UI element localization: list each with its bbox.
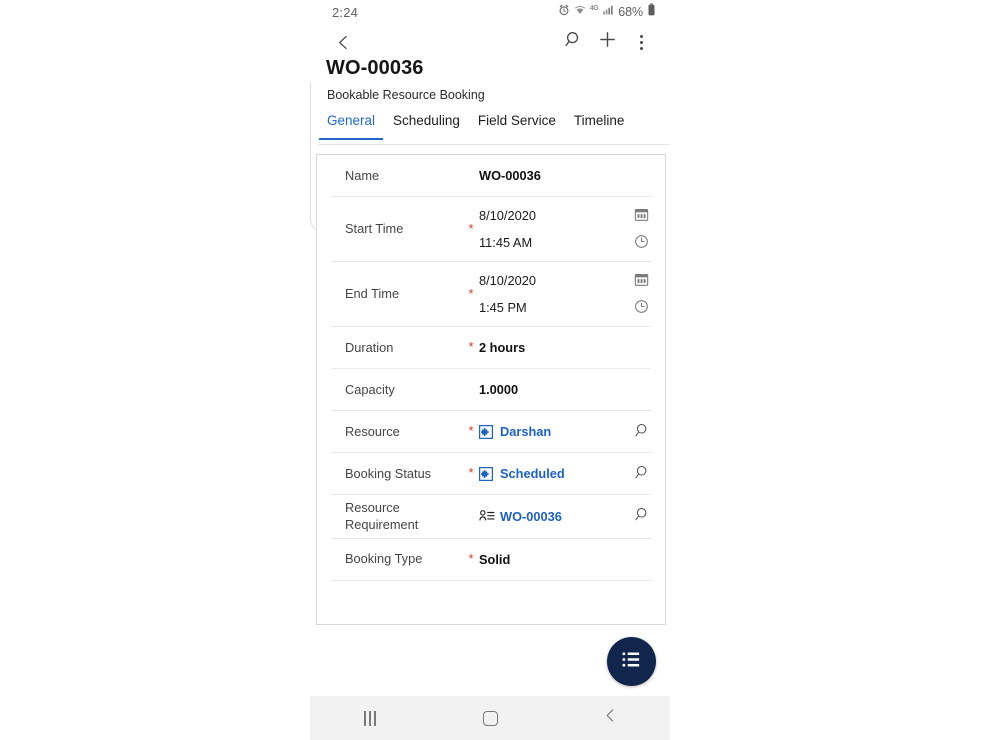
required-marker-end-time: * bbox=[468, 285, 474, 301]
resource-requirement-record-icon bbox=[479, 509, 495, 523]
resource-lookup-line[interactable]: Darshan bbox=[478, 422, 651, 442]
home-icon bbox=[482, 710, 498, 726]
field-row-booking-status[interactable]: Booking Status * Scheduled bbox=[331, 453, 651, 495]
end-date-line[interactable]: 8/10/2020 bbox=[479, 272, 651, 290]
more-commands-button[interactable] bbox=[624, 25, 658, 59]
search-icon[interactable] bbox=[628, 422, 651, 442]
related-records-fab[interactable] bbox=[607, 637, 656, 686]
field-row-booking-type[interactable]: Booking Type * Solid bbox=[331, 539, 651, 581]
tab-bar: General Scheduling Field Service Timelin… bbox=[318, 112, 670, 145]
tab-general[interactable]: General bbox=[318, 112, 384, 140]
page-title: WO-00036 bbox=[326, 57, 424, 79]
resource-requirement-lookup-line[interactable]: WO-00036 bbox=[479, 506, 651, 526]
clock-icon[interactable] bbox=[634, 234, 649, 252]
field-value-booking-status: Scheduled bbox=[478, 464, 651, 484]
resource-lookup-value: Darshan bbox=[500, 424, 552, 439]
nav-back-button[interactable] bbox=[550, 696, 670, 740]
tab-timeline[interactable]: Timeline bbox=[565, 112, 634, 139]
field-row-capacity[interactable]: Capacity 1.0000 bbox=[331, 369, 651, 411]
field-list: Name WO-00036 Start Time * 8/10/2020 11:… bbox=[317, 155, 665, 581]
field-value-booking-type[interactable]: Solid bbox=[479, 552, 651, 567]
field-label-duration: Duration bbox=[345, 339, 394, 355]
end-date-value: 8/10/2020 bbox=[479, 273, 536, 288]
wifi-icon bbox=[574, 3, 586, 21]
required-marker-booking-type: * bbox=[468, 550, 474, 566]
back-chevron-icon bbox=[603, 708, 618, 728]
field-row-duration[interactable]: Duration * 2 hours bbox=[331, 327, 651, 369]
signal-bars-icon bbox=[602, 3, 614, 21]
back-button[interactable] bbox=[326, 25, 360, 59]
calendar-icon[interactable] bbox=[634, 207, 649, 225]
resource-requirement-lookup-value: WO-00036 bbox=[500, 508, 562, 524]
field-label-name: Name bbox=[345, 167, 380, 183]
search-icon[interactable] bbox=[628, 464, 651, 484]
field-row-resource-requirement[interactable]: Resource Requirement WO-00036 bbox=[331, 495, 651, 539]
booking-status-record-icon bbox=[478, 466, 494, 481]
end-time-value: 1:45 PM bbox=[479, 300, 527, 315]
start-date-value: 8/10/2020 bbox=[479, 208, 536, 223]
battery-percent-label: 68% bbox=[618, 5, 643, 19]
field-row-start-time[interactable]: Start Time * 8/10/2020 11:45 AM bbox=[331, 197, 651, 262]
android-nav-bar bbox=[310, 696, 670, 740]
field-value-duration[interactable]: 2 hours bbox=[479, 340, 651, 355]
app-action-bar bbox=[310, 24, 670, 60]
start-time-line[interactable]: 11:45 AM bbox=[479, 234, 651, 252]
plus-icon bbox=[598, 30, 617, 54]
start-date-line[interactable]: 8/10/2020 bbox=[479, 207, 651, 225]
nav-recents-button[interactable] bbox=[310, 696, 430, 740]
field-value-capacity[interactable]: 1.0000 bbox=[479, 382, 651, 397]
field-label-resource-requirement: Resource Requirement bbox=[345, 500, 419, 533]
booking-status-lookup-line[interactable]: Scheduled bbox=[478, 464, 651, 484]
field-label-start-time: Start Time bbox=[345, 221, 404, 237]
tab-scheduling[interactable]: Scheduling bbox=[384, 112, 469, 139]
status-bar-clock: 2:24 bbox=[332, 4, 359, 20]
field-value-resource: Darshan bbox=[478, 422, 651, 442]
search-icon[interactable] bbox=[628, 506, 651, 526]
list-menu-icon bbox=[621, 649, 642, 675]
calendar-icon[interactable] bbox=[634, 272, 649, 290]
field-row-resource[interactable]: Resource * Darshan bbox=[331, 411, 651, 453]
recents-icon bbox=[364, 710, 376, 726]
field-value-resource-requirement: WO-00036 bbox=[479, 506, 651, 526]
alarm-icon bbox=[558, 3, 570, 21]
battery-icon bbox=[647, 3, 656, 21]
end-time-line[interactable]: 1:45 PM bbox=[479, 299, 651, 317]
form-card: Name WO-00036 Start Time * 8/10/2020 11:… bbox=[316, 154, 666, 625]
add-record-button[interactable] bbox=[590, 25, 624, 59]
field-value-end-time: 8/10/2020 1:45 PM bbox=[479, 272, 651, 317]
clock-icon[interactable] bbox=[634, 299, 649, 317]
field-label-booking-type: Booking Type bbox=[345, 551, 423, 567]
network-4g-icon: 4G bbox=[589, 4, 599, 12]
bookable-resource-record-icon bbox=[478, 424, 494, 439]
required-marker-resource: * bbox=[468, 423, 474, 438]
field-label-resource: Resource bbox=[345, 423, 400, 439]
field-row-name[interactable]: Name WO-00036 bbox=[331, 155, 651, 197]
field-label-capacity: Capacity bbox=[345, 381, 395, 397]
required-marker-booking-status: * bbox=[468, 465, 474, 480]
tab-field-service[interactable]: Field Service bbox=[469, 112, 565, 139]
phone-screen: 2:24 4G 68% WO-00036 Bookable Resource B… bbox=[310, 0, 670, 740]
required-marker-duration: * bbox=[468, 339, 474, 354]
field-label-end-time: End Time bbox=[345, 286, 400, 302]
status-bar: 2:24 4G 68% bbox=[310, 0, 670, 24]
field-label-booking-status: Booking Status bbox=[345, 465, 432, 481]
kebab-menu-icon bbox=[639, 34, 643, 50]
start-time-value: 11:45 AM bbox=[479, 235, 533, 250]
booking-status-lookup-value: Scheduled bbox=[500, 466, 565, 481]
entity-type-label: Bookable Resource Booking bbox=[327, 88, 485, 102]
status-bar-icons: 4G 68% bbox=[558, 3, 656, 21]
field-value-name[interactable]: WO-00036 bbox=[479, 168, 651, 183]
nav-home-button[interactable] bbox=[430, 696, 550, 740]
field-row-end-time[interactable]: End Time * 8/10/2020 1:45 PM bbox=[331, 262, 651, 327]
search-icon bbox=[564, 30, 583, 54]
search-button[interactable] bbox=[556, 25, 590, 59]
required-marker-start-time: * bbox=[468, 220, 474, 236]
field-value-start-time: 8/10/2020 11:45 AM bbox=[479, 207, 651, 252]
